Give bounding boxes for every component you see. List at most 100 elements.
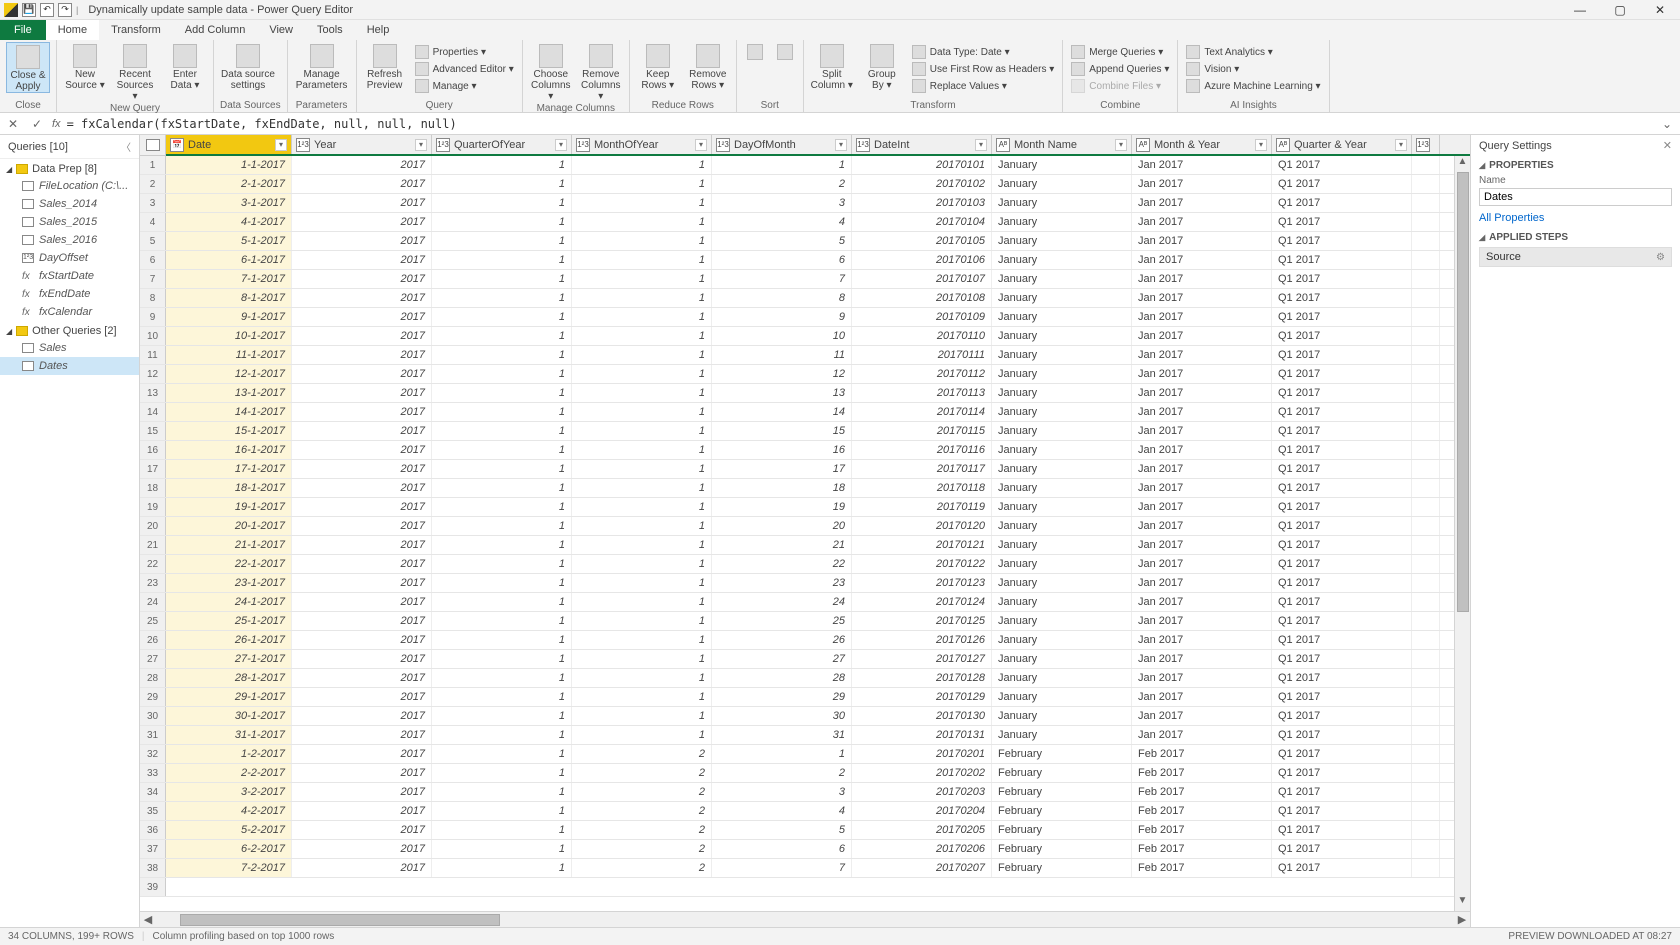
- cell[interactable]: January: [992, 175, 1132, 193]
- cell[interactable]: 1: [572, 593, 712, 611]
- cell[interactable]: 5: [712, 821, 852, 839]
- cell[interactable]: 1: [432, 783, 572, 801]
- row-number[interactable]: 39: [140, 878, 166, 896]
- cell[interactable]: 21: [712, 536, 852, 554]
- cell[interactable]: 1: [572, 574, 712, 592]
- cell[interactable]: Feb 2017: [1132, 783, 1272, 801]
- table-row[interactable]: 33-1-2017201711320170103JanuaryJan 2017Q…: [140, 194, 1470, 213]
- remove-rows-button[interactable]: RemoveRows ▾: [686, 42, 730, 91]
- remove-columns-button[interactable]: RemoveColumns ▾: [579, 42, 623, 102]
- cell[interactable]: 2017: [292, 593, 432, 611]
- filter-dropdown-icon[interactable]: ▾: [835, 139, 847, 151]
- cell[interactable]: 29: [712, 688, 852, 706]
- table-row[interactable]: 2929-1-20172017112920170129JanuaryJan 20…: [140, 688, 1470, 707]
- cell[interactable]: Feb 2017: [1132, 821, 1272, 839]
- cell[interactable]: Jan 2017: [1132, 536, 1272, 554]
- cell[interactable]: Q1 2017: [1272, 631, 1412, 649]
- cell[interactable]: 13: [712, 384, 852, 402]
- cell[interactable]: Jan 2017: [1132, 650, 1272, 668]
- cell[interactable]: Jan 2017: [1132, 289, 1272, 307]
- cell[interactable]: 1: [432, 327, 572, 345]
- cell[interactable]: 20170203: [852, 783, 992, 801]
- cell[interactable]: 25-1-2017: [166, 612, 292, 630]
- type-icon[interactable]: 1²3: [716, 138, 730, 152]
- cell[interactable]: Q1 2017: [1272, 726, 1412, 744]
- cell[interactable]: 2017: [292, 289, 432, 307]
- cell[interactable]: January: [992, 270, 1132, 288]
- cell[interactable]: 6: [712, 251, 852, 269]
- cell[interactable]: 1: [572, 555, 712, 573]
- cell[interactable]: 20170104: [852, 213, 992, 231]
- cell[interactable]: Q1 2017: [1272, 232, 1412, 250]
- table-row[interactable]: 2828-1-20172017112820170128JanuaryJan 20…: [140, 669, 1470, 688]
- cell[interactable]: 1: [432, 479, 572, 497]
- minimize-button[interactable]: —: [1560, 0, 1600, 20]
- cell[interactable]: 1: [572, 650, 712, 668]
- cell[interactable]: Jan 2017: [1132, 555, 1272, 573]
- cell[interactable]: Jan 2017: [1132, 631, 1272, 649]
- cell[interactable]: Jan 2017: [1132, 346, 1272, 364]
- cell[interactable]: Q1 2017: [1272, 289, 1412, 307]
- formula-expand-button[interactable]: ⌄: [1658, 115, 1676, 133]
- cell[interactable]: 12: [712, 365, 852, 383]
- cell[interactable]: Q1 2017: [1272, 213, 1412, 231]
- use-first-row-as-headers-item[interactable]: Use First Row as Headers ▾: [910, 61, 1057, 77]
- cell[interactable]: Jan 2017: [1132, 422, 1272, 440]
- cell[interactable]: 20170113: [852, 384, 992, 402]
- cell[interactable]: Q1 2017: [1272, 821, 1412, 839]
- row-number[interactable]: 30: [140, 707, 166, 725]
- cell[interactable]: 2017: [292, 270, 432, 288]
- cell[interactable]: 28: [712, 669, 852, 687]
- cell[interactable]: January: [992, 669, 1132, 687]
- cell[interactable]: Q1 2017: [1272, 574, 1412, 592]
- cell[interactable]: 20170205: [852, 821, 992, 839]
- cell[interactable]: 1: [572, 156, 712, 174]
- cell[interactable]: January: [992, 612, 1132, 630]
- cell[interactable]: Q1 2017: [1272, 593, 1412, 611]
- cell[interactable]: Q1 2017: [1272, 783, 1412, 801]
- cell[interactable]: 2: [572, 764, 712, 782]
- merge-queries-item[interactable]: Merge Queries ▾: [1069, 44, 1171, 60]
- cell[interactable]: January: [992, 498, 1132, 516]
- cell[interactable]: 20170131: [852, 726, 992, 744]
- cell[interactable]: 20170109: [852, 308, 992, 326]
- cell[interactable]: 20170128: [852, 669, 992, 687]
- cell[interactable]: January: [992, 536, 1132, 554]
- row-number[interactable]: 4: [140, 213, 166, 231]
- cell[interactable]: 1: [432, 688, 572, 706]
- cell[interactable]: 1: [572, 175, 712, 193]
- cell[interactable]: 29-1-2017: [166, 688, 292, 706]
- row-number[interactable]: 13: [140, 384, 166, 402]
- cell[interactable]: 20170202: [852, 764, 992, 782]
- cell[interactable]: 2017: [292, 574, 432, 592]
- table-row[interactable]: 3030-1-20172017113020170130JanuaryJan 20…: [140, 707, 1470, 726]
- cell[interactable]: 1: [572, 289, 712, 307]
- qat-redo-icon[interactable]: ↷: [58, 3, 72, 17]
- manage-item[interactable]: Manage ▾: [413, 78, 516, 94]
- applied-step-source[interactable]: Source ⚙: [1479, 247, 1672, 267]
- cell[interactable]: 1: [572, 726, 712, 744]
- cell[interactable]: Feb 2017: [1132, 859, 1272, 877]
- query-item-sales-2014[interactable]: Sales_2014: [0, 195, 139, 213]
- query-item-sales-2016[interactable]: Sales_2016: [0, 231, 139, 249]
- formula-input[interactable]: [67, 117, 1652, 131]
- cell[interactable]: 8: [712, 289, 852, 307]
- cell[interactable]: 16-1-2017: [166, 441, 292, 459]
- row-number[interactable]: 18: [140, 479, 166, 497]
- cell[interactable]: 1: [432, 498, 572, 516]
- cell[interactable]: 1: [432, 840, 572, 858]
- cell[interactable]: 28-1-2017: [166, 669, 292, 687]
- cell[interactable]: 1: [432, 859, 572, 877]
- cell[interactable]: 10: [712, 327, 852, 345]
- cell[interactable]: 1: [432, 175, 572, 193]
- type-icon[interactable]: 📅: [170, 138, 184, 152]
- cell[interactable]: 1: [432, 441, 572, 459]
- cell[interactable]: 20170201: [852, 745, 992, 763]
- cell[interactable]: 5-1-2017: [166, 232, 292, 250]
- cell[interactable]: 26-1-2017: [166, 631, 292, 649]
- row-number[interactable]: 6: [140, 251, 166, 269]
- cell[interactable]: 2017: [292, 859, 432, 877]
- cell[interactable]: 4: [712, 802, 852, 820]
- query-item-fxenddate[interactable]: fxfxEndDate: [0, 285, 139, 303]
- row-number[interactable]: 35: [140, 802, 166, 820]
